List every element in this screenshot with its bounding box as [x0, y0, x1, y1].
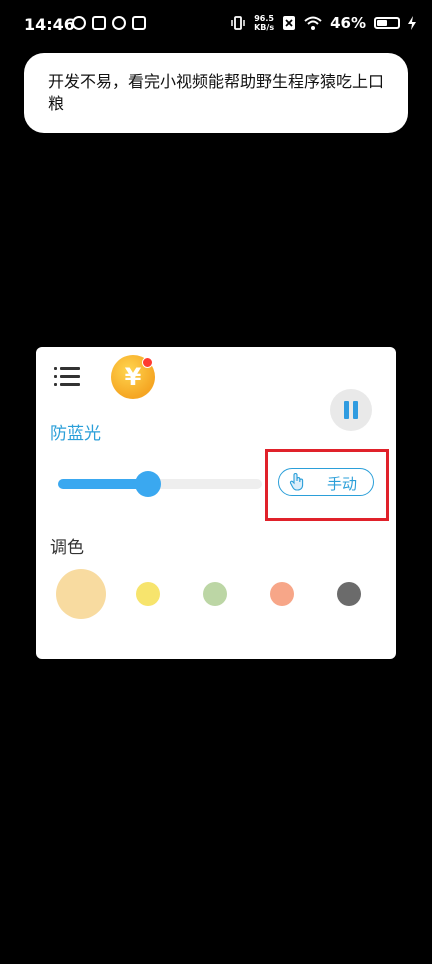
net-speed-value: 96.5 [254, 14, 274, 23]
slider-thumb[interactable] [134, 471, 161, 497]
toast-text: 开发不易，看完小视频能帮助野生程序猿吃上口粮 [48, 72, 385, 113]
color-swatch[interactable] [203, 582, 227, 606]
charging-icon [408, 16, 416, 30]
coin-reward-icon[interactable]: ¥ [111, 355, 155, 399]
notification-dot [142, 357, 153, 368]
blue-light-label: 防蓝光 [50, 424, 101, 444]
wifi-icon [304, 16, 322, 30]
net-speed-unit: KB/s [254, 23, 275, 32]
coin-symbol: ¥ [124, 363, 142, 391]
menu-icon[interactable] [54, 365, 80, 389]
pause-icon [353, 401, 358, 419]
blue-light-slider[interactable] [58, 471, 262, 497]
notification-icons [72, 16, 146, 30]
battery-icon [374, 17, 400, 29]
status-time: 14:46 [24, 15, 75, 34]
sim-off-icon [283, 16, 296, 30]
net-speed: 96.5 KB/s [254, 14, 274, 32]
vibrate-icon [231, 16, 245, 30]
notification-icon [112, 16, 126, 30]
status-bar: 14:46 96.5 KB/s 46% [0, 0, 432, 50]
pause-button[interactable] [330, 389, 372, 431]
color-swatch[interactable] [136, 582, 160, 606]
pause-icon [344, 401, 349, 419]
color-swatch[interactable] [337, 582, 361, 606]
toast-message: 开发不易，看完小视频能帮助野生程序猿吃上口粮 [24, 53, 408, 133]
notification-icon [92, 16, 106, 30]
color-swatch[interactable] [56, 569, 106, 619]
color-adjust-label: 调色 [50, 538, 84, 558]
highlight-box [265, 449, 389, 521]
mail-icon [132, 16, 146, 30]
color-swatch[interactable] [270, 582, 294, 606]
battery-percent: 46% [330, 14, 366, 32]
notification-icon [72, 16, 86, 30]
status-right: 96.5 KB/s 46% [230, 14, 416, 32]
